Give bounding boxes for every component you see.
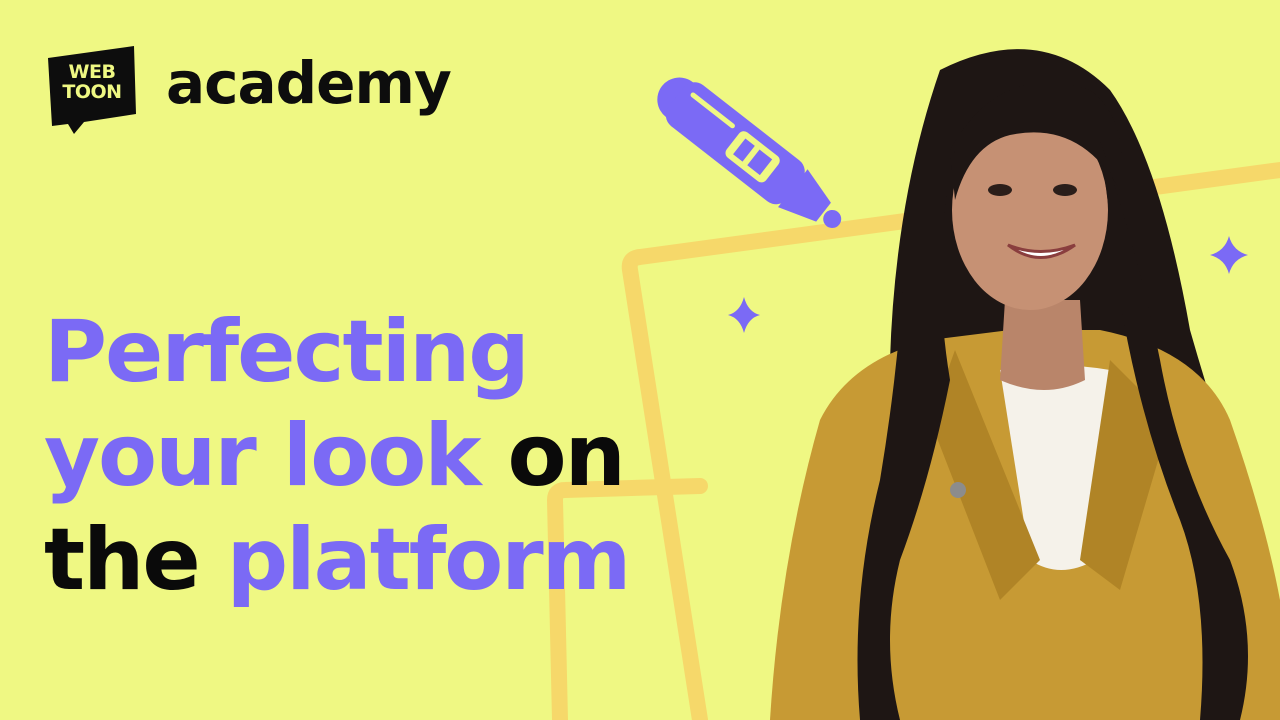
badge-line-2: TOON bbox=[62, 81, 122, 103]
title-word-on: on bbox=[507, 406, 626, 506]
badge-line-1: WEB bbox=[68, 61, 116, 83]
webtoon-badge: WEB TOON bbox=[44, 44, 140, 136]
stylus-pen-icon bbox=[657, 77, 842, 228]
academy-wordmark: academy bbox=[166, 49, 452, 117]
title-phrase-your-look: your look bbox=[44, 406, 482, 506]
presenter-photo bbox=[770, 49, 1280, 720]
sparkle-icon bbox=[1210, 236, 1248, 274]
title-line-2: your look on bbox=[44, 404, 629, 508]
webtoon-academy-logo[interactable]: WEB TOON academy bbox=[44, 44, 452, 136]
title-word-perfecting: Perfecting bbox=[44, 302, 530, 402]
webtoon-badge-text: WEB TOON bbox=[50, 62, 134, 102]
title-word-the: the bbox=[44, 510, 201, 610]
title-line-3: the platform bbox=[44, 508, 632, 612]
title-line-1: Perfecting bbox=[44, 300, 629, 404]
title-word-platform: platform bbox=[226, 510, 632, 610]
sparkle-icon bbox=[728, 297, 760, 333]
thumbnail-scene: WEB TOON academy Perfecting your look on… bbox=[0, 0, 1280, 720]
video-title: Perfecting your look on the platform bbox=[44, 300, 632, 612]
